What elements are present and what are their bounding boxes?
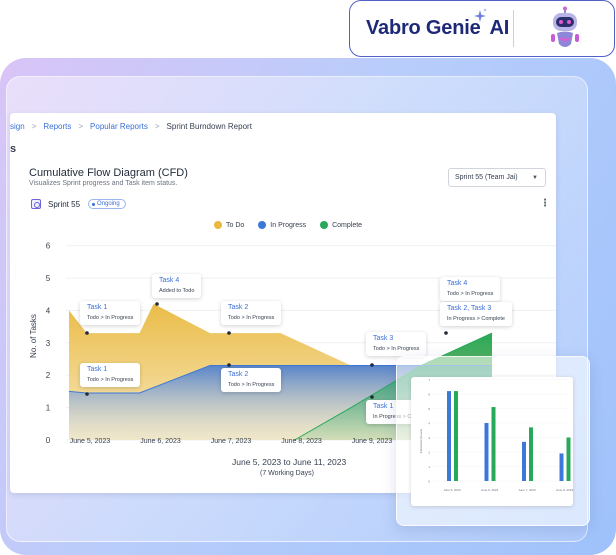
robot-icon	[551, 6, 579, 47]
mini-x-tick: June 6, 2023	[481, 488, 499, 492]
x-tick-label: June 8, 2023	[281, 438, 322, 445]
mini-bar	[491, 407, 496, 481]
annotation-marker	[227, 331, 231, 335]
mini-y-tick: 5	[428, 407, 430, 411]
annotation-marker	[370, 363, 374, 367]
annotation-title: Task 3	[373, 335, 394, 342]
x-tick-label: June 9, 2023	[352, 438, 393, 445]
annotation-marker	[85, 331, 89, 335]
annotation-title: Task 1	[87, 366, 108, 373]
mini-y-tick: 0	[428, 480, 430, 484]
y-axis-title: No. of Tasks	[29, 314, 38, 358]
mini-bar-chart: 0 1 2 3 4 5 6 7 Estimated (Hours) June 5, 2023 Jun…	[419, 378, 574, 492]
annotation-title: Task 2	[228, 304, 249, 311]
annotation-title: Task 4	[159, 277, 180, 284]
annotation-card: Task 2, Task 3 In Progress > Complete	[440, 302, 512, 326]
annotation-marker	[444, 331, 448, 335]
annotation-marker	[155, 302, 159, 306]
brand-divider	[513, 10, 514, 47]
mini-y-tick: 7	[428, 378, 430, 382]
mini-bar	[522, 441, 526, 481]
annotation-marker	[85, 392, 89, 396]
annotation-title: Task 1	[87, 304, 108, 311]
y-tick-label: 3	[46, 339, 51, 348]
annotation-title: Task 4	[447, 280, 468, 287]
annotation-card: Task 3 Todo > In Progress	[366, 332, 427, 356]
brand-name: Vabro Genie	[366, 17, 481, 39]
mini-chart-card: 0 1 2 3 4 5 6 7 Estimated (Hours) June 5, 2023 Jun…	[411, 377, 574, 506]
annotation-card: Task 2 Todo > In Progress	[221, 368, 282, 392]
annotation-card: Task 4 Added to Todo	[152, 274, 202, 298]
mini-y-tick: 6	[428, 393, 430, 397]
mini-y-tick: 3	[428, 436, 430, 440]
y-tick-label: 5	[46, 274, 51, 283]
annotation-detail: Todo > In Progress	[87, 315, 134, 321]
mini-y-tick: 1	[428, 465, 430, 469]
annotation-card: Task 1 Todo > In Progress	[80, 301, 141, 325]
mini-y-tick: 2	[428, 451, 430, 455]
annotation-title: Task 2, Task 3	[447, 305, 492, 312]
mini-bar	[529, 427, 533, 481]
annotation-card: Task 2 Todo > In Progress	[221, 301, 282, 325]
annotation-detail: Todo > In Progress	[447, 291, 494, 297]
date-range-label: June 5, 2023 to June 11, 2023	[232, 457, 347, 467]
mini-bar	[454, 391, 458, 481]
y-tick-label: 0	[46, 436, 51, 445]
y-tick-label: 6	[46, 242, 51, 251]
annotation-detail: Todo > In Progress	[87, 377, 134, 383]
annotation-marker	[370, 395, 374, 399]
mini-x-tick: June 8, 2023	[556, 488, 573, 492]
mini-bar	[447, 391, 451, 481]
mini-x-tick: June 5, 2023	[443, 488, 461, 492]
annotation-detail: Todo > In Progress	[228, 382, 275, 388]
sparkle-icon	[474, 8, 487, 22]
x-tick-label: June 7, 2023	[211, 438, 252, 445]
annotation-card: Task 1 Todo > In Progress	[80, 363, 141, 387]
x-tick-label: June 6, 2023	[140, 438, 181, 445]
y-tick-label: 1	[46, 404, 51, 413]
annotation-detail: Todo > In Progress	[228, 315, 275, 321]
mini-bar	[566, 437, 571, 481]
annotation-detail: Added to Todo	[159, 288, 195, 294]
mini-bar	[559, 453, 564, 481]
annotation-card: Task 4 Todo > In Progress	[440, 277, 501, 301]
annotation-detail: Todo > In Progress	[373, 346, 420, 352]
mini-y-tick: 4	[428, 422, 430, 426]
y-tick-label: 4	[46, 306, 51, 315]
working-days-label: (7 Working Days)	[260, 470, 314, 477]
brand-suffix: AI	[489, 17, 510, 39]
y-tick-label: 2	[46, 371, 51, 380]
annotation-title: Task 2	[228, 371, 249, 378]
x-tick-label: June 5, 2023	[70, 438, 111, 445]
mini-bar	[484, 423, 489, 481]
mini-y-axis-title: Estimated (Hours)	[419, 429, 423, 453]
annotation-marker	[227, 363, 231, 367]
annotation-detail: In Progress > Complete	[447, 316, 505, 322]
mini-x-tick: June 7, 2023	[518, 488, 536, 492]
